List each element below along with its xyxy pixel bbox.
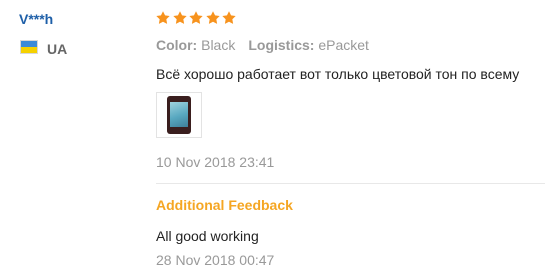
star-rating bbox=[155, 10, 238, 32]
review-photo-thumbnail[interactable] bbox=[156, 92, 202, 138]
review-date: 10 Nov 2018 23:41 bbox=[156, 154, 275, 170]
reviewer-name: V***h bbox=[19, 11, 54, 27]
logistics-value: ePacket bbox=[318, 37, 369, 53]
additional-feedback-text: All good working bbox=[156, 228, 259, 244]
logistics-label: Logistics: bbox=[248, 37, 315, 53]
country-code: UA bbox=[47, 41, 68, 57]
additional-feedback-date: 28 Nov 2018 00:47 bbox=[156, 252, 275, 268]
star-icon bbox=[172, 10, 188, 26]
star-icon bbox=[221, 10, 237, 26]
ukraine-flag-icon bbox=[20, 40, 38, 54]
star-icon bbox=[205, 10, 221, 26]
divider bbox=[156, 183, 545, 184]
review-text: Всё хорошо работает вот только цветовой … bbox=[156, 66, 520, 82]
phone-screen bbox=[170, 102, 188, 127]
star-icon bbox=[188, 10, 204, 26]
phone-image bbox=[167, 96, 191, 134]
additional-feedback-title: Additional Feedback bbox=[156, 197, 293, 213]
color-value: Black bbox=[201, 37, 236, 53]
color-label: Color: bbox=[156, 37, 198, 53]
order-info: Color: Black Logistics: ePacket bbox=[156, 37, 369, 53]
star-icon bbox=[155, 10, 171, 26]
